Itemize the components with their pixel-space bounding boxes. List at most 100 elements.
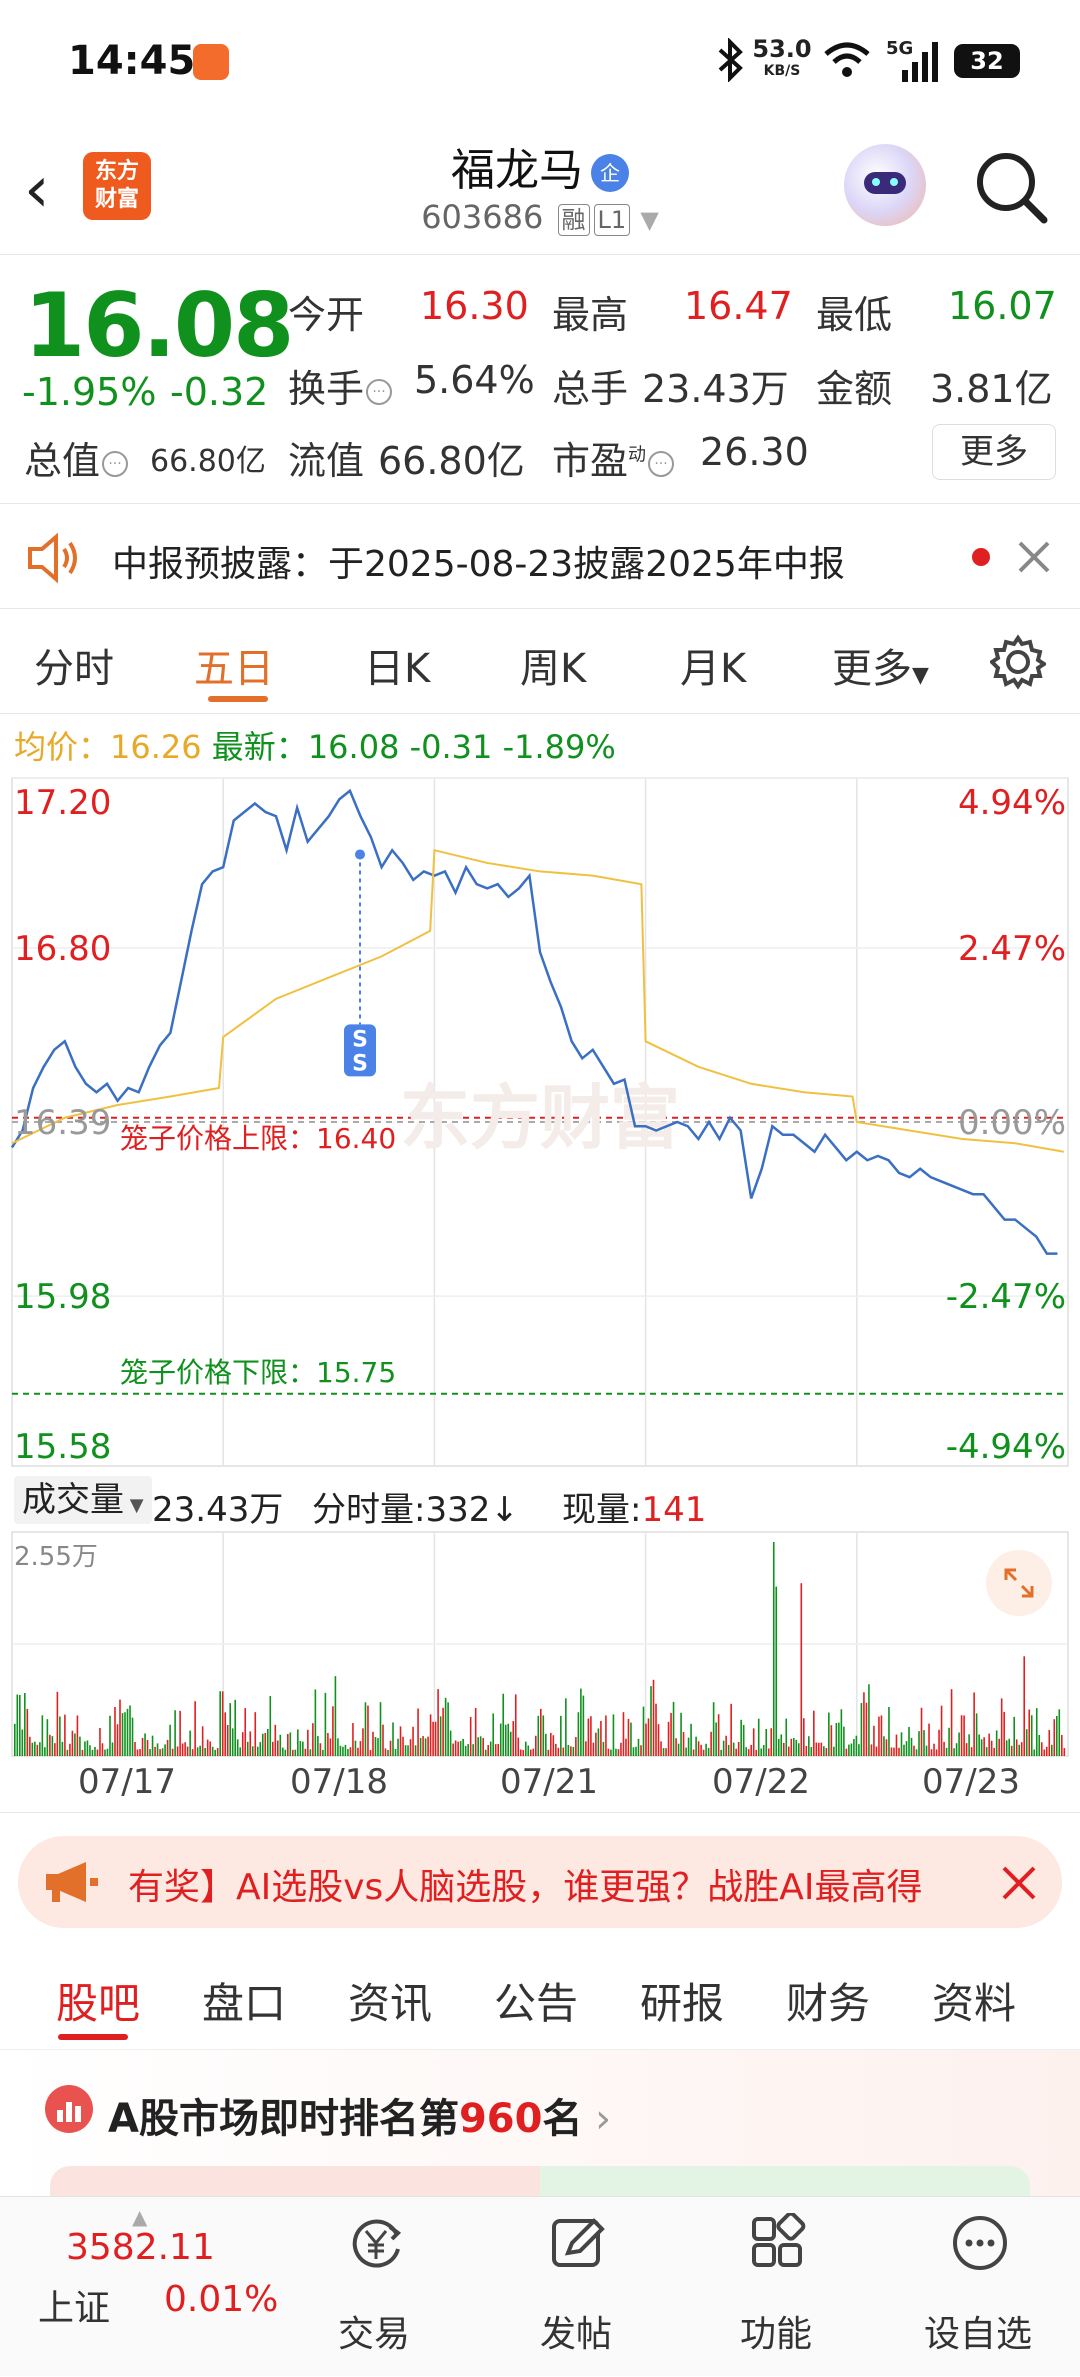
volume-bar: [497, 1744, 500, 1756]
amount-value: 3.81亿: [930, 367, 1053, 411]
volume-bar: [853, 1739, 855, 1756]
volume-bar: [99, 1728, 101, 1756]
market-rank-card[interactable]: A股市场即时排名第960名 ›: [0, 2050, 1080, 2206]
tab-pankou[interactable]: 盘口: [202, 1970, 286, 2031]
volume-bar: [918, 1731, 920, 1756]
close-icon[interactable]: [1016, 539, 1052, 575]
volume-bar: [134, 1742, 136, 1756]
volume-bar: [843, 1726, 845, 1756]
robot-assistant-icon[interactable]: [844, 144, 926, 226]
volume-bar: [234, 1699, 237, 1756]
volume-bar: [955, 1743, 958, 1756]
volume-bar: [975, 1713, 978, 1756]
volume-bar: [129, 1705, 131, 1756]
index-change: 0.01%: [164, 2279, 279, 2320]
price-chart-svg: 东方财富 SS 17.20 4.94% 16.80 2.47% 16.39 0.00% 15.9…: [10, 777, 1069, 1467]
volume-bar: [1038, 1735, 1041, 1756]
tab-monthly-k[interactable]: 月K: [680, 636, 746, 694]
rank-text: A股市场即时排名第960名 ›: [108, 2096, 612, 2142]
tab-daily-k[interactable]: 日K: [364, 636, 430, 694]
tab-announcements[interactable]: 公告: [494, 1970, 578, 2031]
mktcap-label: 总值 ···: [24, 430, 129, 485]
volume-bar: [838, 1722, 840, 1756]
volume-bar: [720, 1749, 722, 1756]
triangle-down-icon: ▼: [124, 1495, 144, 1516]
tab-guba[interactable]: 股吧: [56, 1970, 140, 2031]
tab-more[interactable]: 更多▼: [832, 636, 929, 694]
volume-bar: [387, 1749, 389, 1756]
volume-bar: [201, 1726, 204, 1756]
volume-bar: [707, 1747, 710, 1756]
volume-bar: [592, 1742, 595, 1756]
volume-bar: [74, 1733, 76, 1756]
volume-bar: [813, 1710, 815, 1756]
volume-bar: [124, 1712, 126, 1756]
expand-button[interactable]: [986, 1550, 1052, 1616]
volume-bar: [287, 1734, 289, 1756]
volume-bar: [251, 1746, 254, 1756]
volume-bar: [161, 1748, 164, 1756]
volume-bar: [1008, 1738, 1010, 1756]
close-icon[interactable]: [1000, 1864, 1038, 1902]
event-marker-dot: [355, 849, 365, 860]
volume-bar: [432, 1721, 434, 1756]
volume-bar: [590, 1716, 592, 1756]
volume-bar: [379, 1702, 382, 1756]
change-percent: -1.95%: [22, 370, 157, 414]
tab-financials[interactable]: 财务: [786, 1970, 870, 2031]
volume-bar: [705, 1743, 707, 1756]
volume-bar: [657, 1724, 660, 1756]
volume-bar: [261, 1733, 264, 1756]
volume-bar: [780, 1734, 783, 1756]
info-icon[interactable]: ···: [648, 450, 675, 477]
volume-chart[interactable]: 2.55万: [0, 1530, 1080, 1760]
info-icon[interactable]: ···: [366, 378, 393, 405]
volume-dropdown[interactable]: 成交量 ▼: [14, 1476, 152, 1524]
tab-news[interactable]: 资讯: [348, 1970, 432, 2031]
settings-gear-icon[interactable]: [990, 634, 1046, 690]
volume-bar: [479, 1736, 482, 1756]
tab-research[interactable]: 研报: [640, 1970, 724, 2031]
search-icon[interactable]: [972, 148, 1052, 228]
date-tick-label: 07/22: [712, 1762, 810, 1802]
volume-bar: [204, 1748, 206, 1756]
volume-bar: [19, 1694, 21, 1756]
speaker-icon: [28, 533, 77, 583]
lower-limit-label: 笼子价格下限：15.75: [120, 1356, 396, 1389]
volume-bar: [745, 1747, 747, 1756]
notice-bar[interactable]: 中报预披露：于2025-08-23披露2025年中报: [0, 505, 1080, 609]
volume-bar: [630, 1722, 632, 1756]
tab-weekly-k[interactable]: 周K: [520, 636, 586, 694]
volume-bar: [540, 1708, 542, 1756]
volume-bar: [54, 1743, 56, 1756]
tab-profile[interactable]: 资料: [932, 1970, 1016, 2031]
volume-bar: [1030, 1715, 1033, 1756]
volume-bar: [492, 1713, 495, 1756]
tab-five-day[interactable]: 五日: [194, 636, 274, 694]
volume-bar: [750, 1744, 752, 1756]
volume-bar: [159, 1749, 161, 1756]
tab-intraday[interactable]: 分时: [34, 636, 114, 694]
volume-bar: [141, 1737, 144, 1756]
volume-bar: [244, 1708, 247, 1756]
info-icon[interactable]: ···: [102, 450, 129, 477]
volume-bar: [407, 1745, 409, 1756]
status-time: 14:45: [68, 38, 196, 84]
volume-bar: [327, 1732, 329, 1756]
volume-bar: [369, 1749, 372, 1756]
volume-bar: [249, 1731, 252, 1756]
volume-bar: [499, 1723, 502, 1756]
more-button[interactable]: 更多: [932, 424, 1056, 480]
volume-bar: [665, 1748, 667, 1756]
volume-bar: [372, 1731, 374, 1756]
promo-banner[interactable]: 有奖】AI选股vs人脑选股，谁更强？战胜AI最高得: [18, 1836, 1062, 1928]
volume-bar: [299, 1741, 302, 1756]
volume-bar: [256, 1746, 259, 1756]
volume-bar: [965, 1743, 968, 1756]
five-day-chart[interactable]: 东方财富 S S 17.20 4.94% 16.80 2.47% 16.39 0.00% 15.9…: [0, 770, 1080, 1470]
volume-bar: [329, 1738, 332, 1756]
volume-bar: [186, 1746, 189, 1756]
index-widget[interactable]: ▲ 3582.11 上证 0.01%: [30, 2197, 278, 2377]
volume-bar: [948, 1727, 950, 1756]
volume-bar: [282, 1747, 284, 1756]
